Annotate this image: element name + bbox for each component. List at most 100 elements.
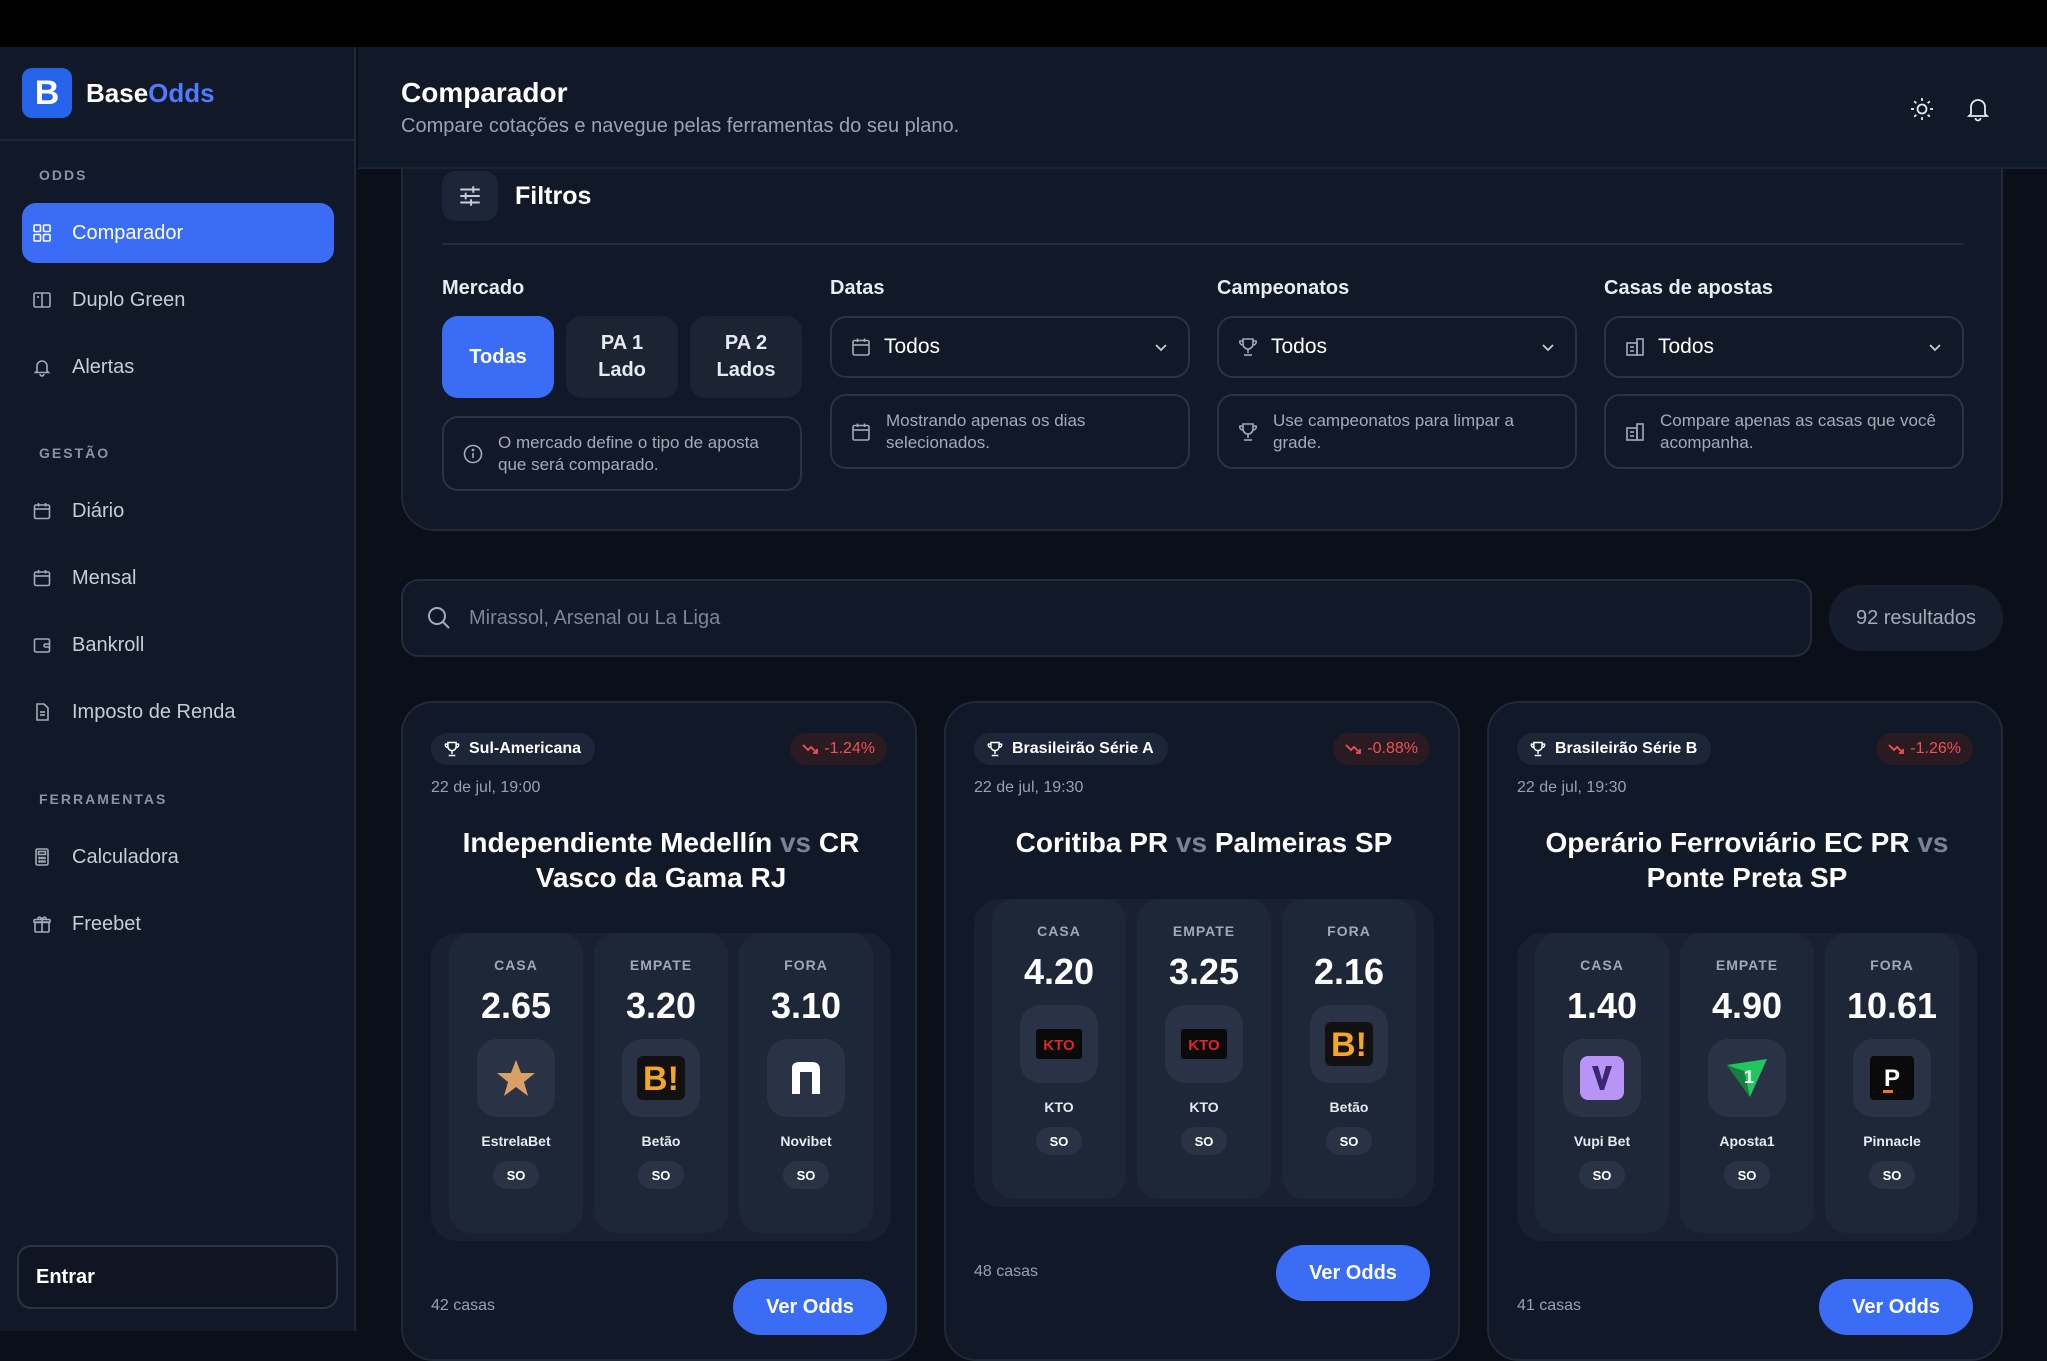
brand-logo-icon: B	[22, 68, 72, 118]
betao-logo-icon: B!	[1310, 1005, 1388, 1083]
vupibet-logo-icon	[1563, 1039, 1641, 1117]
odd-home[interactable]: CASA 2.65 EstrelaBet SO	[449, 933, 583, 1233]
so-tag: SO	[638, 1161, 684, 1189]
search-bar[interactable]	[401, 579, 1812, 657]
building-icon	[1626, 422, 1644, 441]
sidebar-item-duplo-green[interactable]: Duplo Green	[22, 270, 334, 330]
svg-text:B!: B!	[643, 1060, 679, 1098]
so-tag: SO	[1181, 1127, 1227, 1155]
market-option-pa2[interactable]: PA 2 Lados	[690, 316, 802, 398]
sidebar-item-label: Imposto de Renda	[72, 700, 236, 723]
filter-label: Campeonatos	[1217, 277, 1350, 299]
house-name: EstrelaBet	[481, 1133, 551, 1149]
odd-value: 2.65	[480, 985, 552, 1026]
sidebar-item-label: Mensal	[72, 566, 137, 589]
sidebar-item-label: Comparador	[72, 221, 184, 244]
datas-select[interactable]: Todos	[830, 316, 1190, 378]
campeonatos-hint: Use campeonatos para limpar a grade.	[1217, 394, 1577, 469]
brand-name: BaseOdds	[86, 77, 215, 108]
match-date: 22 de jul, 19:30	[974, 779, 1084, 796]
market-option-todas[interactable]: Todas	[442, 316, 554, 398]
trophy-icon	[1239, 338, 1257, 356]
svg-text:1: 1	[1744, 1067, 1754, 1087]
section-label-odds: ODDS	[39, 167, 88, 183]
match-title: Coritiba PR vs Palmeiras SP	[1015, 827, 1393, 858]
filter-label: Datas	[830, 277, 885, 299]
odds-change-badge: -0.88%	[1333, 733, 1430, 765]
chevron-down-icon	[1155, 344, 1167, 352]
odd-away[interactable]: FORA 3.10 Novibet SO	[739, 933, 873, 1233]
sidebar-item-label: Freebet	[72, 912, 141, 935]
market-buttons: Todas PA 1 Lado PA 2 Lados	[442, 316, 802, 398]
sidebar-item-freebet[interactable]: Freebet	[22, 894, 334, 954]
houses-count: 41 casas	[1517, 1297, 1582, 1314]
casas-select[interactable]: Todos	[1604, 316, 1964, 378]
divider	[442, 243, 1964, 245]
columns-icon	[33, 292, 51, 308]
odd-home[interactable]: CASA 1.40 Vupi Bet SO	[1535, 933, 1669, 1233]
sidebar-item-bankroll[interactable]: Bankroll	[22, 615, 334, 675]
gift-icon	[33, 916, 51, 933]
ver-odds-button[interactable]: Ver Odds	[733, 1279, 887, 1335]
sidebar-item-calculadora[interactable]: Calculadora	[22, 827, 334, 887]
so-tag: SO	[1036, 1127, 1082, 1155]
notifications-bell-icon[interactable]	[1964, 95, 1992, 123]
odd-away[interactable]: FORA 10.61 P Pinnacle SO	[1825, 933, 1959, 1233]
odd-home[interactable]: CASA 4.20 KTO KTO SO	[992, 899, 1126, 1199]
odd-away[interactable]: FORA 2.16 B! Betão SO	[1282, 899, 1416, 1199]
sidebar-item-comparador[interactable]: Comparador	[22, 203, 334, 263]
sidebar-item-label: Calculadora	[72, 845, 179, 868]
house-name: Vupi Bet	[1573, 1133, 1631, 1149]
match-card: Brasileirão Série A -0.88% 22 de jul, 19…	[944, 701, 1460, 1361]
pinnacle-logo-icon: P	[1853, 1039, 1931, 1117]
filters-panel: Filtros Mercado Todas PA 1 Lado PA 2 Lad…	[401, 151, 2003, 531]
filter-mercado: Mercado Todas PA 1 Lado PA 2 Lados O mer…	[442, 277, 802, 491]
so-tag: SO	[1326, 1127, 1372, 1155]
houses-count: 42 casas	[431, 1297, 496, 1314]
odd-value: 3.20	[625, 985, 697, 1026]
kto-logo-icon: KTO	[1165, 1005, 1243, 1083]
sun-icon[interactable]	[1908, 95, 1936, 123]
odd-draw[interactable]: EMPATE 4.90 1 Aposta1 SO	[1680, 933, 1814, 1233]
match-date: 22 de jul, 19:00	[431, 779, 541, 796]
filter-casas: Casas de apostas Todos Compare apenas as…	[1604, 277, 1964, 469]
info-icon	[463, 444, 483, 463]
filter-label: Mercado	[442, 277, 525, 299]
market-option-pa1[interactable]: PA 1 Lado	[566, 316, 678, 398]
datas-hint: Mostrando apenas os dias selecionados.	[830, 394, 1190, 469]
trend-down-icon	[802, 744, 819, 754]
odd-draw[interactable]: EMPATE 3.20 B! Betão SO	[594, 933, 728, 1233]
match-title: Operário Ferroviário EC PR vs Ponte Pret…	[1545, 827, 1949, 893]
sidebar-item-alertas[interactable]: Alertas	[22, 337, 334, 397]
sidebar-item-label: Duplo Green	[72, 288, 186, 311]
so-tag: SO	[1724, 1161, 1770, 1189]
house-name: KTO	[1189, 1099, 1219, 1115]
section-label-gestao: GESTÃO	[39, 445, 111, 461]
ver-odds-button[interactable]: Ver Odds	[1276, 1245, 1430, 1301]
trophy-icon	[1239, 422, 1257, 441]
page-header: Comparador Compare cotações e navegue pe…	[358, 47, 2047, 169]
odds-panel: CASA 2.65 EstrelaBet SO EMPATE 3.20 B! B…	[431, 933, 891, 1241]
calendar-icon	[852, 338, 870, 356]
sidebar-item-mensal[interactable]: Mensal	[22, 548, 334, 608]
chevron-down-icon	[1542, 344, 1554, 352]
campeonatos-select[interactable]: Todos	[1217, 316, 1577, 378]
odd-value: 3.10	[770, 985, 842, 1026]
odds-panel: CASA 1.40 Vupi Bet SO EMPATE 4.90 1 Apos…	[1517, 933, 1977, 1241]
house-name: Betão	[641, 1133, 681, 1149]
odds-panel: CASA 4.20 KTO KTO SO EMPATE 3.25 KTO KTO…	[974, 899, 1434, 1207]
login-button[interactable]: Entrar	[17, 1245, 338, 1309]
match-card: Brasileirão Série B -1.26% 22 de jul, 19…	[1487, 701, 2003, 1361]
brand[interactable]: B BaseOdds	[0, 47, 354, 141]
sidebar-item-imposto-de-renda[interactable]: Imposto de Renda	[22, 682, 334, 742]
odds-change-badge: -1.24%	[790, 733, 887, 765]
ver-odds-button[interactable]: Ver Odds	[1819, 1279, 1973, 1335]
betao-logo-icon: B!	[622, 1039, 700, 1117]
sidebar-item-diario[interactable]: Diário	[22, 481, 334, 541]
search-input[interactable]	[469, 606, 1769, 630]
odd-draw[interactable]: EMPATE 3.25 KTO KTO SO	[1137, 899, 1271, 1199]
trophy-icon	[444, 741, 460, 757]
chevron-down-icon	[1929, 344, 1941, 352]
svg-text:KTO: KTO	[1188, 1037, 1220, 1054]
sidebar-item-label: Alertas	[72, 355, 135, 378]
